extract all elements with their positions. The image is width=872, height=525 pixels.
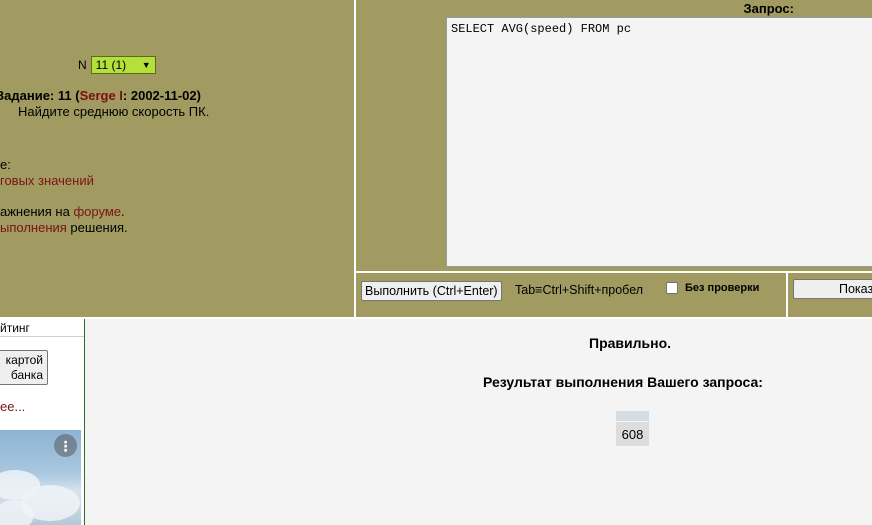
result-header	[616, 411, 649, 421]
chevron-down-icon: ▼	[141, 60, 151, 70]
left-line-3: ажнения на форуме.	[0, 204, 125, 219]
forum-link[interactable]: форуме	[73, 204, 121, 219]
toolbar-vertical-divider	[786, 273, 788, 317]
no-check-checkbox[interactable]	[666, 282, 678, 294]
task-panel	[0, 0, 354, 317]
sql-editor[interactable]: SELECT AVG(speed) FROM pc	[446, 17, 872, 267]
task-selector-row: N 11 (1) ▼	[78, 56, 156, 74]
left-line-4: ыполнения решения.	[0, 220, 128, 235]
query-label: Запрос:	[743, 1, 795, 16]
task-author: Serge I	[79, 88, 123, 103]
rating-divider	[0, 336, 84, 337]
task-number-select[interactable]: 11 (1) ▼	[90, 56, 156, 74]
toolbar-divider	[356, 271, 872, 273]
show-button[interactable]: Показ	[793, 279, 872, 299]
ad-image[interactable]: ⋮	[0, 430, 81, 525]
tab-hint: Tab≡Ctrl+Shift+пробел	[515, 283, 644, 297]
left-line-1: е:	[0, 157, 11, 172]
no-check-label: Без проверки	[685, 282, 760, 294]
n-label: N	[78, 58, 87, 72]
result-table: 608	[616, 411, 649, 446]
no-check-option: Без проверки	[666, 282, 759, 294]
task-title: Задание: 11 (Serge I: 2002-11-02)	[0, 88, 201, 103]
result-cell: 608	[616, 422, 649, 446]
rating-label[interactable]: йтинг	[0, 321, 30, 335]
execute-button[interactable]: Выполнить (Ctrl+Enter)	[361, 281, 502, 301]
more-link[interactable]: ее...	[0, 399, 25, 414]
main-divider	[0, 317, 872, 319]
result-title: Результат выполнения Вашего запроса:	[483, 374, 763, 390]
pay-by-card-button[interactable]: картой банка	[0, 350, 48, 385]
task-number-value: 11 (1)	[95, 58, 127, 72]
task-description: Найдите среднюю скорость ПК.	[18, 104, 210, 119]
sidebar: йтинг картой банка ее... ⋮	[0, 319, 85, 525]
more-vertical-icon[interactable]: ⋮	[54, 434, 77, 457]
result-status: Правильно.	[589, 335, 672, 351]
solution-link[interactable]: ыполнения	[0, 220, 67, 235]
left-line-2[interactable]: говых значений	[0, 173, 94, 188]
